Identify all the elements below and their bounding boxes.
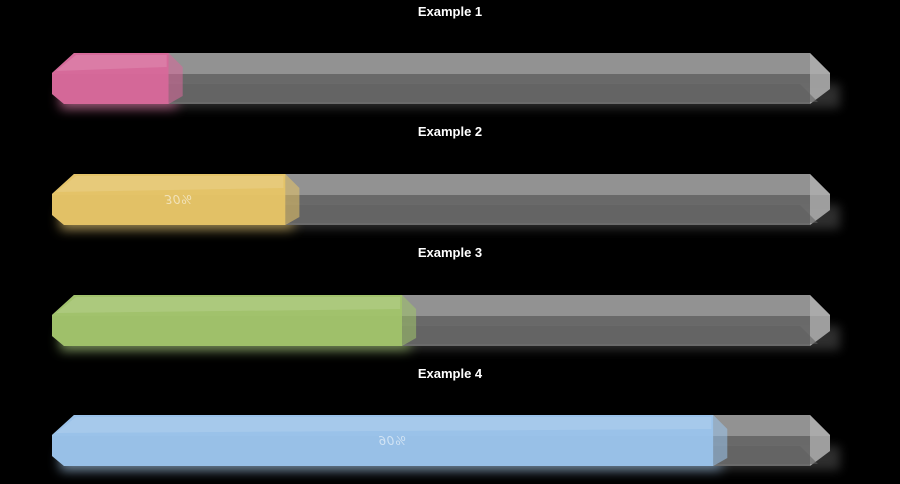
example-2-title: Example 2 [417,124,483,139]
example-1-title: Example 1 [417,4,483,19]
progress-bar-graphic [52,415,840,470]
progress-percent-label: 30% [164,192,193,206]
example-3-title: Example 3 [417,245,483,260]
progress-bar-example-4: 90% [40,408,840,474]
progress-bar-example-1 [40,46,840,112]
progress-bar-graphic [52,295,840,350]
progress-bar-example-2: 30% [40,167,840,233]
page: Example 1 Example 2 30% Example 3 Exampl… [0,0,900,484]
progress-bar-example-3 [40,288,840,354]
example-4-title: Example 4 [417,366,483,381]
progress-bar-graphic [52,53,840,108]
progress-percent-label: 90% [378,433,407,447]
